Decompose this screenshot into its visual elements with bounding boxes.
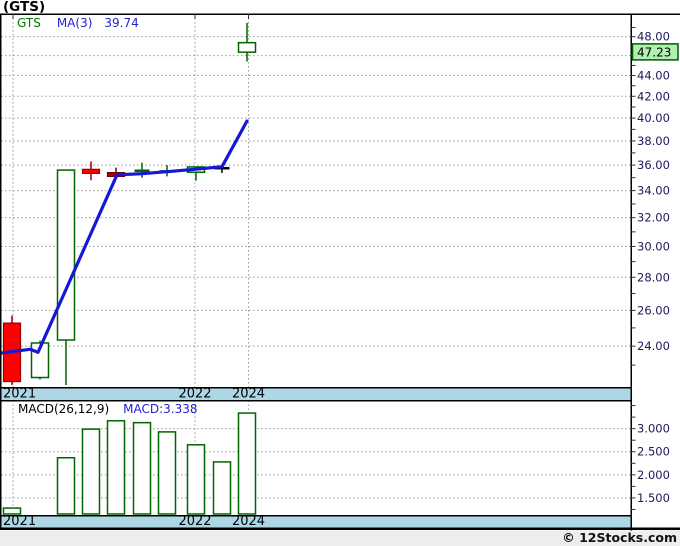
price-axis-label: 36.00 (637, 158, 670, 172)
x-axis-band-top (0, 387, 632, 400)
price-axis-label: 32.00 (637, 211, 670, 225)
legend-ma-label: MA(3) (56, 16, 93, 30)
year-label: 2024 (232, 387, 265, 402)
price-axis-label: 34.00 (637, 184, 670, 198)
macd-label: MACD(26,12,9) (18, 402, 110, 416)
year-label: 2022 (178, 387, 211, 402)
legend-ma-value: 39.74 (104, 16, 139, 30)
macd-header: MACD(26,12,9) MACD:3.338 (18, 402, 198, 416)
macd-bar (56, 457, 76, 515)
macd-value-label: MACD:3.338 (123, 402, 198, 416)
stock-chart-page: { "window": { "title": "(GTS)" }, "legen… (0, 0, 680, 546)
macd-bar (212, 461, 232, 515)
candle-up (56, 169, 76, 341)
macd-bar (157, 431, 177, 515)
year-label: 2021 (3, 514, 36, 529)
macd-bar (186, 444, 206, 515)
ma-line (0, 119, 249, 355)
price-axis-label: 28.00 (637, 270, 670, 284)
macd-axis-label: 1.500 (637, 491, 670, 505)
candle-up (237, 41, 257, 53)
price-axis-label: 42.00 (637, 89, 670, 103)
macd-bar (106, 420, 126, 515)
year-label: 2024 (232, 514, 265, 529)
candle-down (81, 168, 101, 174)
year-label: 2022 (178, 514, 211, 529)
price-axis-label: 48.00 (637, 30, 670, 44)
price-axis-label: 26.00 (637, 303, 670, 317)
page-title: (GTS) (3, 0, 46, 15)
macd-bar (81, 428, 101, 515)
year-label: 2021 (3, 387, 36, 402)
price-axis-label: 24.00 (637, 339, 670, 353)
last-price-label: 47.23 (637, 45, 671, 59)
macd-axis-label: 3.000 (637, 422, 670, 436)
price-axis-label: 44.00 (637, 69, 670, 83)
macd-axis-label: 2.500 (637, 445, 670, 459)
macd-bar (132, 421, 152, 515)
x-axis-band-bottom (0, 515, 632, 528)
legend-symbol: GTS (17, 16, 41, 30)
price-axis-label: 38.00 (637, 134, 670, 148)
macd-axis-label: 2.000 (637, 468, 670, 482)
price-axis-label: 30.00 (637, 239, 670, 253)
copyright-text: © 12Stocks.com (562, 530, 677, 545)
stock-chart-canvas: 24.00 26.00 28.00 30.00 32.00 34.00 36.00 38.00… (0, 13, 680, 546)
chart-legend: GTS MA(3) 39.74 (17, 16, 139, 30)
price-axis-label: 40.00 (637, 111, 670, 125)
macd-bar (237, 412, 257, 515)
